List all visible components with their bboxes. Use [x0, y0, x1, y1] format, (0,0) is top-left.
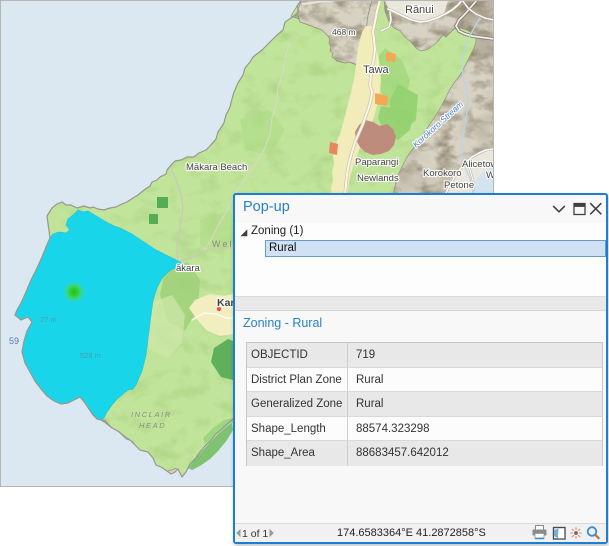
- svg-text:W: W: [486, 170, 494, 181]
- svg-text:Mākara Beach: Mākara Beach: [186, 162, 247, 173]
- svg-text:Wel: Wel: [212, 239, 233, 249]
- svg-text:Tawa: Tawa: [363, 64, 390, 76]
- svg-text:528 m: 528 m: [80, 351, 101, 360]
- svg-text:Kar: Kar: [217, 297, 235, 309]
- svg-text:27 m: 27 m: [40, 315, 57, 324]
- svg-text:Korokoro: Korokoro: [423, 168, 462, 179]
- svg-text:468 m: 468 m: [332, 27, 356, 37]
- svg-text:Rānui: Rānui: [405, 4, 434, 16]
- svg-text:ākara: ākara: [176, 263, 200, 274]
- svg-text:Alicetow: Alicetow: [462, 159, 494, 170]
- svg-text:Petone: Petone: [444, 180, 474, 191]
- svg-text:INCLAIR: INCLAIR: [131, 410, 172, 419]
- svg-text:Paparangi: Paparangi: [355, 157, 398, 168]
- svg-text:Newlands: Newlands: [357, 173, 399, 184]
- svg-text:59: 59: [9, 336, 19, 346]
- svg-text:HEAD: HEAD: [139, 421, 166, 430]
